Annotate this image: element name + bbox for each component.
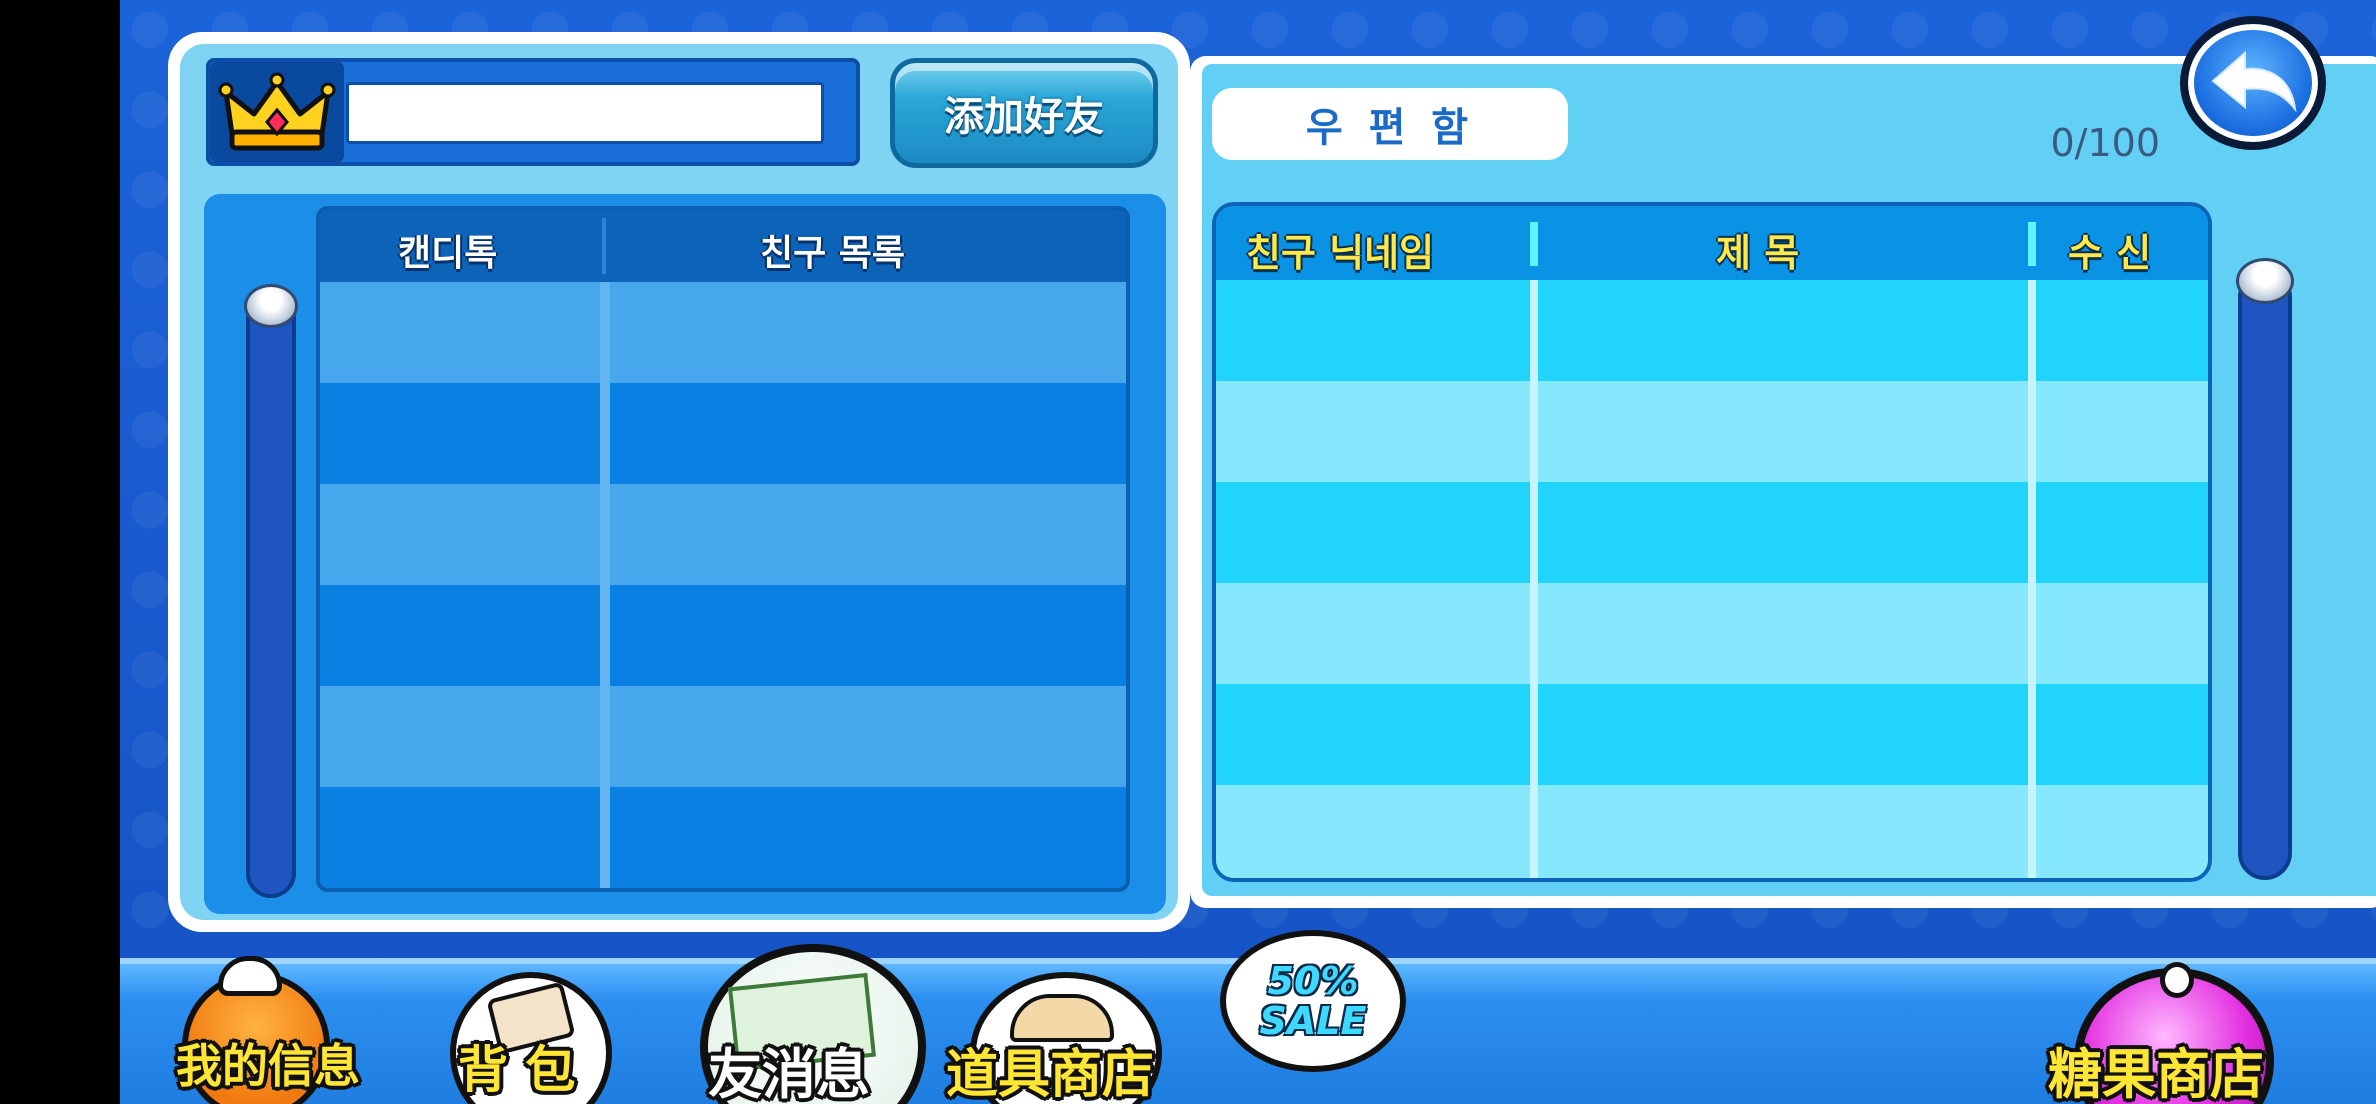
column-divider xyxy=(1530,280,1538,878)
table-row[interactable] xyxy=(320,787,1126,888)
mailbox-table: 친구 닉네임 제 목 수 신 xyxy=(1212,202,2212,882)
candy-shop-label[interactable]: 糖果商店 xyxy=(2048,1030,2264,1104)
column-received: 수 신 xyxy=(2068,231,2152,275)
game-screen: 添加好友 캔디톡 친구 목록 우 편 함 0/100 친구 닉네임 제 목 수 … xyxy=(120,0,2376,1104)
column-friend-nickname: 친구 닉네임 xyxy=(1246,231,1435,275)
back-button[interactable] xyxy=(2180,16,2326,150)
mailbox-tab[interactable]: 우 편 함 xyxy=(1212,88,1568,160)
table-row[interactable] xyxy=(1216,280,2208,381)
sale-badge[interactable]: 50% SALE xyxy=(1220,930,1406,1072)
my-info-label[interactable]: 我的信息 xyxy=(176,1030,360,1096)
table-row[interactable] xyxy=(320,585,1126,686)
mail-count: 0/100 xyxy=(2050,121,2160,165)
table-row[interactable] xyxy=(320,383,1126,484)
table-row[interactable] xyxy=(1216,785,2208,878)
table-row[interactable] xyxy=(320,484,1126,585)
table-row[interactable] xyxy=(1216,583,2208,684)
table-row[interactable] xyxy=(320,686,1126,787)
column-subject: 제 목 xyxy=(1716,231,1800,275)
friend-name-input[interactable] xyxy=(346,82,824,144)
mailbox-scroll-handle[interactable] xyxy=(2236,258,2294,304)
mailbox-header: 친구 닉네임 제 목 수 신 xyxy=(1216,206,2208,280)
column-friend-list: 친구 목록 xyxy=(760,233,906,274)
add-friend-button[interactable]: 添加好友 xyxy=(890,58,1158,168)
item-shop-label[interactable]: 道具商店 xyxy=(946,1032,1154,1104)
sale-percent: 50% xyxy=(1267,959,1359,1003)
table-row[interactable] xyxy=(1216,381,2208,482)
table-row[interactable] xyxy=(320,282,1126,383)
friend-list-scroll-handle[interactable] xyxy=(244,284,298,328)
sale-text: SALE xyxy=(1259,999,1367,1043)
backpack-label[interactable]: 背 包 xyxy=(458,1030,575,1102)
friend-messages-label[interactable]: 友消息 xyxy=(708,1030,870,1104)
friend-list-table: 캔디톡 친구 목록 xyxy=(316,206,1130,892)
friend-list-header: 캔디톡 친구 목록 xyxy=(320,210,1126,282)
friend-list-scrollbar[interactable] xyxy=(246,292,296,898)
column-divider xyxy=(600,282,610,888)
candy-sparkle-icon xyxy=(2160,962,2194,998)
column-divider xyxy=(2028,280,2036,878)
table-row[interactable] xyxy=(1216,482,2208,583)
table-row[interactable] xyxy=(1216,684,2208,785)
column-candytalk: 캔디톡 xyxy=(398,233,498,274)
back-arrow-icon xyxy=(2211,50,2297,113)
crown-icon xyxy=(210,62,344,162)
mailbox-scrollbar[interactable] xyxy=(2238,270,2292,880)
